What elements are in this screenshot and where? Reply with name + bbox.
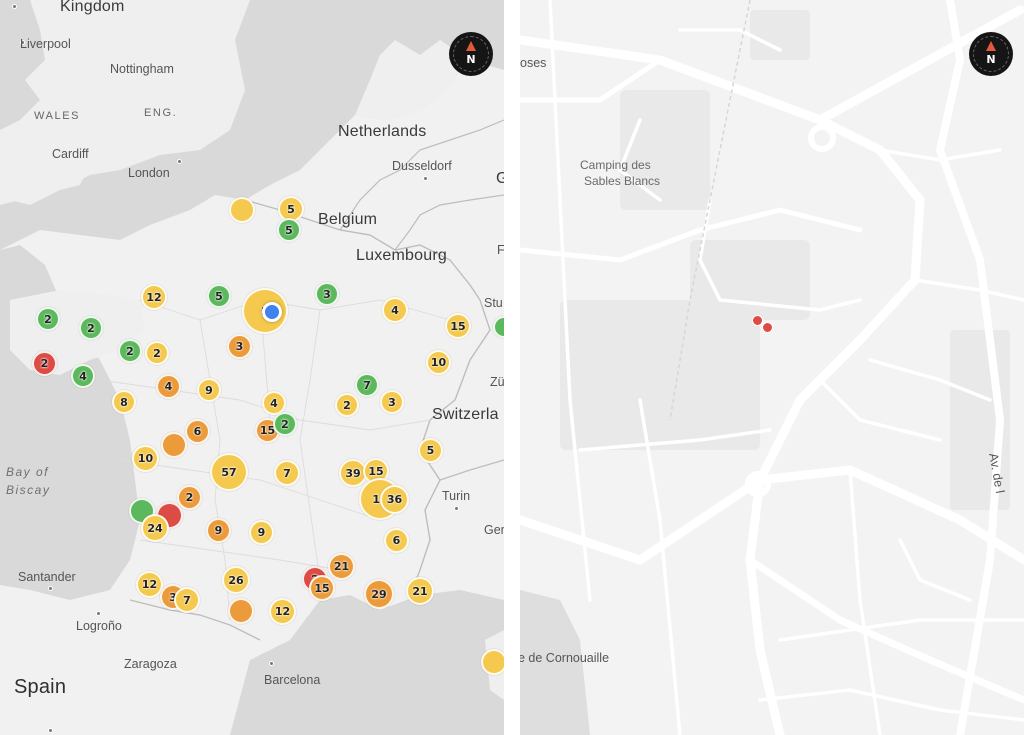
current-location-marker <box>262 302 282 322</box>
label-barcelona: Barcelona <box>264 673 321 687</box>
marker-cluster[interactable]: 4 <box>71 364 95 388</box>
city-dot <box>96 611 101 616</box>
city-dot <box>12 4 17 9</box>
marker-cluster[interactable]: 5 <box>277 218 301 242</box>
label-oses: oses <box>520 56 547 70</box>
marker-cluster[interactable]: 15 <box>309 575 335 601</box>
compass-north-label: N <box>986 53 996 66</box>
label-logrono: Logroño <box>76 619 122 633</box>
label-switzerland: Switzerla <box>432 406 499 423</box>
label-belgium: Belgium <box>318 211 378 228</box>
marker-cluster[interactable]: 9 <box>249 520 274 545</box>
marker-cluster[interactable]: 15 <box>445 313 471 339</box>
marker-cluster[interactable]: 2 <box>32 351 57 376</box>
marker-cluster[interactable]: 2 <box>79 316 103 340</box>
label-eng: ENG. <box>144 107 178 119</box>
label-liverpool: Liverpool <box>20 37 71 51</box>
label-cardiff: Cardiff <box>52 147 89 161</box>
label-london: London <box>128 166 170 180</box>
marker-cluster[interactable]: 2 <box>335 393 359 417</box>
marker-cluster[interactable]: 5 <box>207 284 231 308</box>
screen: Kingdom Liverpool Nottingham WALES ENG. … <box>0 0 1024 735</box>
marker-cluster[interactable]: 10 <box>132 445 159 472</box>
marker-cluster[interactable]: 3 <box>315 282 339 306</box>
label-camping-line1: Camping des <box>580 158 651 172</box>
label-santander: Santander <box>18 570 76 584</box>
label-turin: Turin <box>442 489 471 503</box>
marker-cluster[interactable]: 6 <box>384 528 409 553</box>
location-pin[interactable] <box>762 322 773 333</box>
marker-cluster[interactable]: 2 <box>36 307 60 331</box>
location-pin[interactable] <box>752 315 763 326</box>
marker-cluster[interactable]: 5 <box>418 438 443 463</box>
marker-cluster[interactable]: 26 <box>222 566 250 594</box>
compass-needle-icon <box>466 41 476 51</box>
marker-cluster[interactable]: 24 <box>141 514 169 542</box>
label-camping-line2: Sables Blancs <box>584 174 661 188</box>
marker-cluster[interactable]: 2 <box>145 341 169 365</box>
marker-cluster[interactable]: 9 <box>197 378 221 402</box>
detail-map[interactable]: oses Camping des Sables Blancs e de Corn… <box>520 0 1024 735</box>
marker-cluster[interactable] <box>161 432 187 458</box>
label-g: G <box>496 170 504 187</box>
marker-cluster[interactable] <box>228 598 254 624</box>
marker-cluster[interactable]: 7 <box>274 460 300 486</box>
label-luxembourg: Luxembourg <box>356 247 447 264</box>
marker-cluster[interactable]: 9 <box>206 518 231 543</box>
compass-button[interactable]: N <box>969 32 1013 76</box>
label-nottingham: Nottingham <box>110 62 174 76</box>
marker-cluster[interactable]: 12 <box>269 598 296 625</box>
marker-cluster[interactable]: 4 <box>382 297 408 323</box>
marker-cluster[interactable]: 4 <box>156 374 181 399</box>
marker-cluster[interactable]: 3 <box>227 334 252 359</box>
city-dot <box>48 586 53 591</box>
marker-cluster[interactable]: 57 <box>210 453 248 491</box>
label-ger: Ger <box>484 523 504 537</box>
compass-north-label: N <box>466 53 476 66</box>
marker-cluster[interactable]: 36 <box>380 485 409 514</box>
marker-cluster[interactable]: 2 <box>273 412 297 436</box>
panel-divider <box>504 0 520 735</box>
marker-cluster[interactable]: 3 <box>380 390 404 414</box>
marker-cluster[interactable]: 21 <box>406 577 434 605</box>
label-biscay: Biscay <box>6 483 51 497</box>
compass-needle-icon <box>986 41 996 51</box>
city-dot <box>269 661 274 666</box>
marker-cluster[interactable]: 29 <box>364 579 394 609</box>
marker-cluster[interactable]: 12 <box>136 571 163 598</box>
compass-button[interactable]: N <box>449 32 493 76</box>
marker-cluster[interactable]: 12 <box>141 284 167 310</box>
city-dot <box>177 159 182 164</box>
marker-cluster[interactable]: 2 <box>118 339 142 363</box>
overview-map[interactable]: Kingdom Liverpool Nottingham WALES ENG. … <box>0 0 504 735</box>
marker-cluster[interactable]: 6 <box>185 419 210 444</box>
marker-cluster[interactable]: 8 <box>112 390 136 414</box>
label-zu: Zü <box>490 375 504 389</box>
city-dot <box>48 728 53 733</box>
label-bay-of: Bay of <box>6 465 50 479</box>
label-cornouaille: e de Cornouaille <box>520 651 610 665</box>
label-kingdom: Kingdom <box>60 0 125 15</box>
label-dusseldorf: Dusseldorf <box>392 159 452 173</box>
marker-cluster[interactable]: 21 <box>328 553 355 580</box>
label-f: F <box>497 243 504 257</box>
city-dot <box>423 176 428 181</box>
city-dot <box>454 506 459 511</box>
marker-cluster[interactable]: 10 <box>426 350 451 375</box>
label-zaragoza: Zaragoza <box>124 657 177 671</box>
map-background <box>520 0 1024 735</box>
label-spain: Spain <box>14 676 67 698</box>
marker-cluster[interactable]: 2 <box>177 485 202 510</box>
label-stu: Stu <box>484 296 503 310</box>
label-netherlands: Netherlands <box>338 123 427 140</box>
label-wales: WALES <box>34 110 81 122</box>
marker-cluster[interactable] <box>481 649 504 675</box>
marker-cluster[interactable]: 7 <box>355 373 379 397</box>
marker-cluster[interactable] <box>229 197 255 223</box>
marker-cluster[interactable]: 7 <box>174 587 200 613</box>
